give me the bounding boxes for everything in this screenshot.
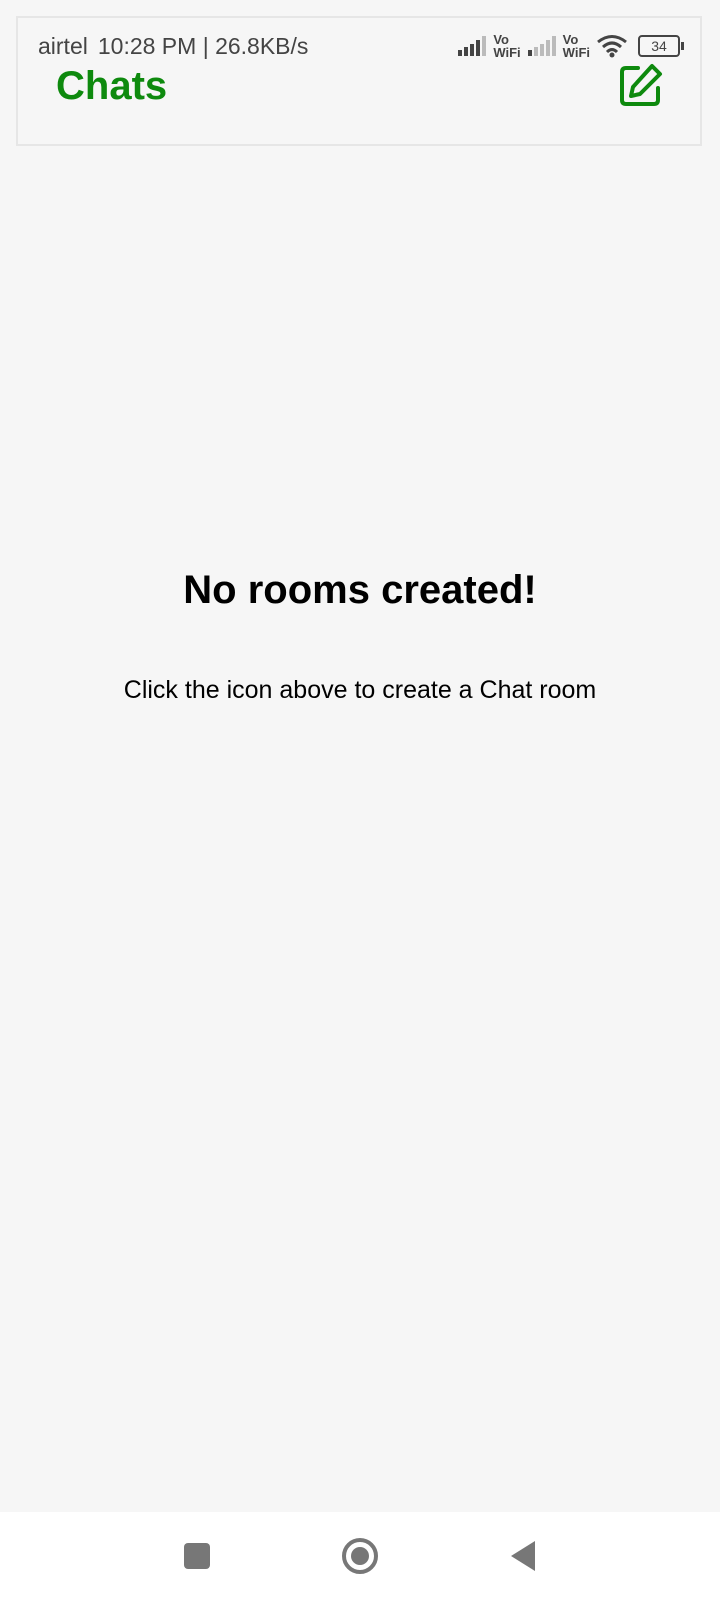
compose-icon [620,64,662,106]
compose-button[interactable] [618,62,664,108]
recents-button[interactable] [173,1532,221,1580]
vowifi-icon: Vo WiFi [493,33,520,59]
chats-screen: airtel 10:28 PM | 26.8KB/s Vo WiFi Vo Wi… [0,0,720,1600]
back-icon [511,1541,535,1571]
home-button[interactable] [336,1532,384,1580]
page-title: Chats [56,64,168,108]
carrier-name: airtel [38,32,88,59]
app-header: airtel 10:28 PM | 26.8KB/s Vo WiFi Vo Wi… [16,16,702,146]
status-time-group: 10:28 PM | 26.8KB/s [98,33,309,60]
clock: 10:28 PM [97,32,197,59]
back-button[interactable] [498,1532,546,1580]
home-icon [342,1538,378,1574]
vowifi-bottom: WiFi [562,45,590,60]
recents-icon [184,1543,210,1569]
signal-icon [527,36,556,56]
status-separator: | [202,32,209,59]
status-icons: Vo WiFi Vo WiFi 34 [457,33,684,59]
status-bar: airtel 10:28 PM | 26.8KB/s Vo WiFi Vo Wi… [38,28,684,64]
signal-icon [458,36,487,56]
wifi-icon [597,35,627,58]
empty-state-title: No rooms created! [183,568,537,612]
system-nav-bar [0,1512,720,1600]
network-speed: 26.8KB/s [215,32,309,59]
status-left: airtel 10:28 PM | 26.8KB/s [38,33,308,60]
empty-state-hint: Click the icon above to create a Chat ro… [123,676,597,704]
vowifi-icon: Vo WiFi [563,33,590,59]
battery-icon: 34 [638,35,684,57]
vowifi-bottom: WiFi [493,45,521,60]
